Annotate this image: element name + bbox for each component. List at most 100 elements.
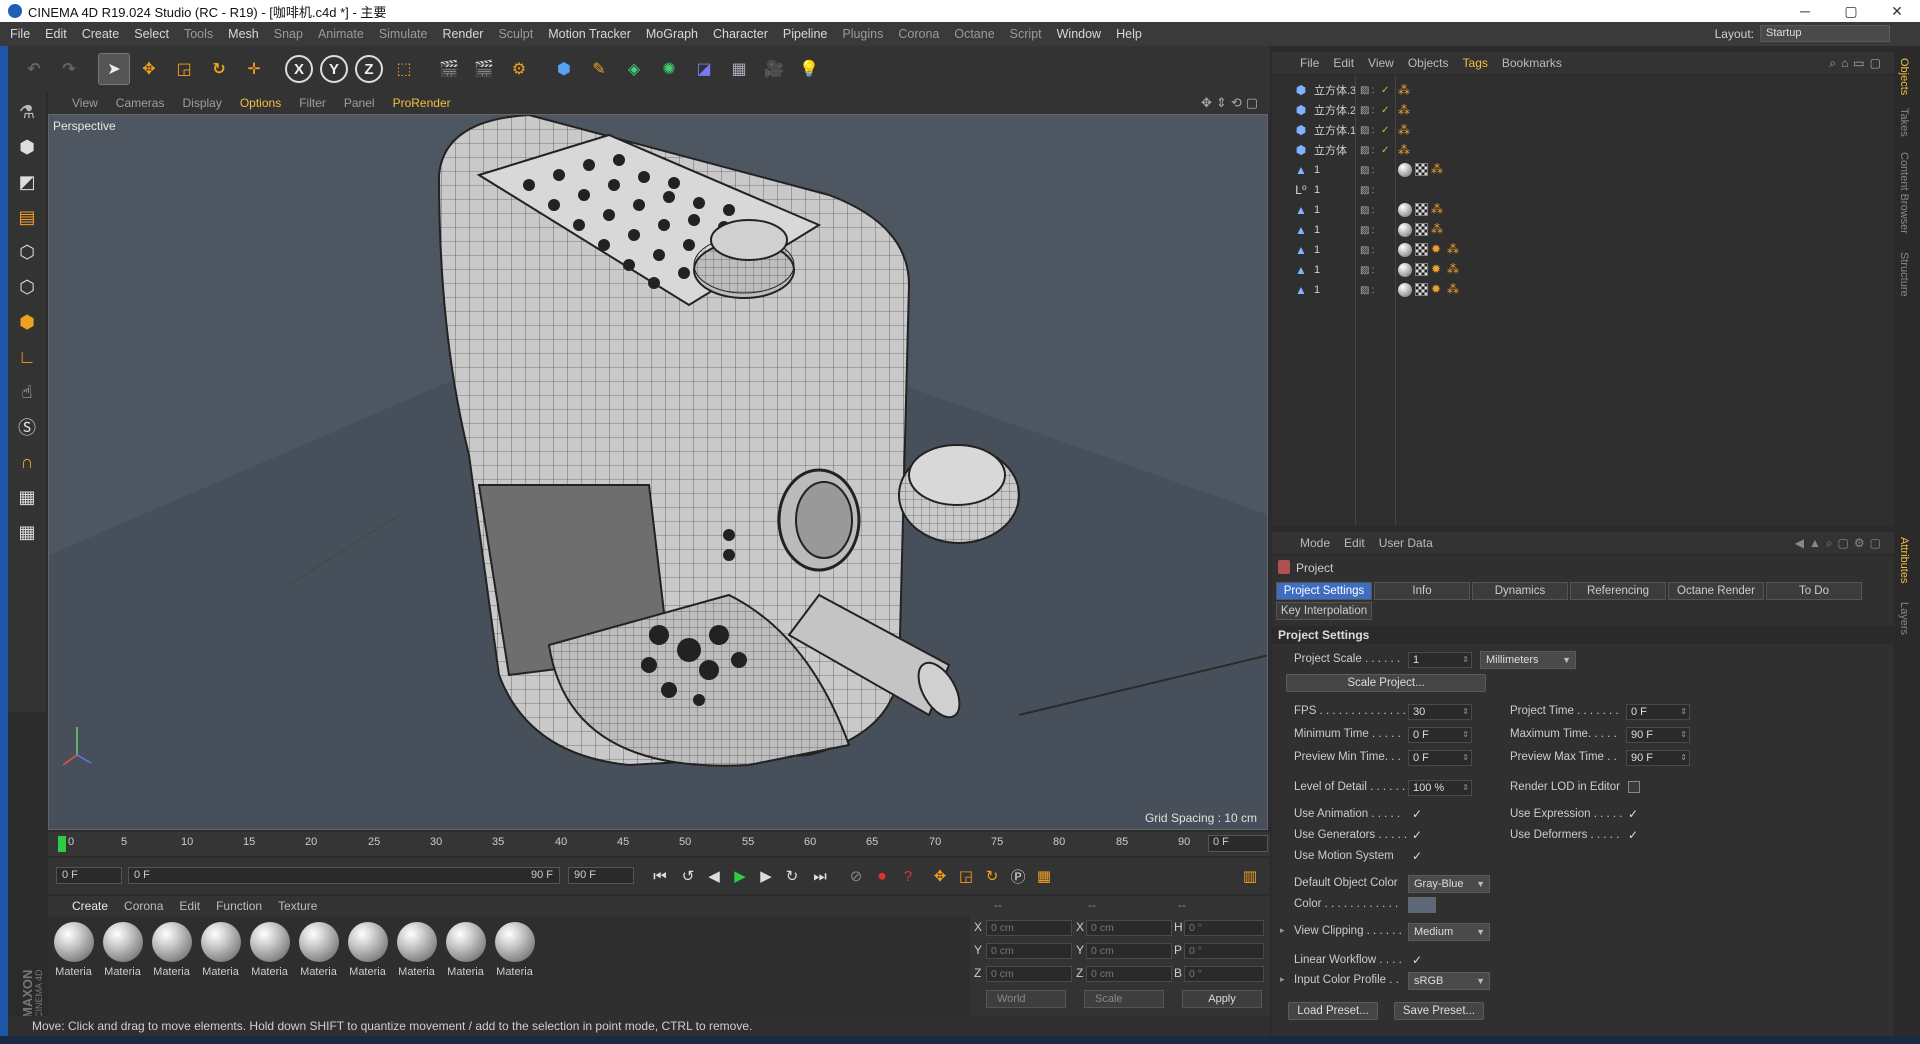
y-axis-lock-button[interactable]: Y bbox=[318, 53, 350, 85]
object-row[interactable]: ▲ 1 ▨: ✹ ⁂ bbox=[1272, 240, 1894, 260]
light-icon[interactable]: 💡 bbox=[793, 53, 825, 85]
viewport-menu-panel[interactable]: Panel bbox=[344, 96, 375, 110]
viewport-menu-display[interactable]: Display bbox=[182, 96, 221, 110]
texture-tag-icon[interactable] bbox=[1415, 243, 1428, 256]
object-menu-objects[interactable]: Objects bbox=[1408, 56, 1449, 70]
object-visibility-flags[interactable]: ▨: bbox=[1360, 225, 1376, 236]
edges-mode-icon[interactable]: ⬡ bbox=[12, 272, 42, 302]
keyframe-selection-icon[interactable]: ? bbox=[896, 864, 920, 888]
preview-min-field[interactable]: 0 F ⇕ bbox=[1408, 750, 1472, 766]
menu-edit[interactable]: Edit bbox=[45, 27, 67, 41]
object-visibility-flags[interactable]: ▨: ✓ bbox=[1360, 125, 1391, 136]
menu-character[interactable]: Character bbox=[713, 27, 768, 41]
deformer-icon[interactable]: ◪ bbox=[688, 53, 720, 85]
viewport-menu-view[interactable]: View bbox=[72, 96, 98, 110]
default-object-color-dropdown[interactable]: Gray-Blue ▼ bbox=[1408, 875, 1490, 893]
object-menu-edit[interactable]: Edit bbox=[1333, 56, 1354, 70]
undo-icon[interactable]: ↶ bbox=[18, 53, 50, 85]
points-mode-icon[interactable]: ⬡ bbox=[12, 237, 42, 267]
menu-help[interactable]: Help bbox=[1116, 27, 1142, 41]
object-visibility-flags[interactable]: ▨: ✓ bbox=[1360, 105, 1391, 116]
object-visibility-flags[interactable]: ▨: bbox=[1360, 265, 1376, 276]
menu-create[interactable]: Create bbox=[82, 27, 120, 41]
object-visibility-flags[interactable]: ▨: bbox=[1360, 285, 1376, 296]
tab-info[interactable]: Info bbox=[1374, 582, 1470, 600]
tab-octane-render[interactable]: Octane Render bbox=[1668, 582, 1764, 600]
menu-render[interactable]: Render bbox=[442, 27, 483, 41]
preview-range-slider[interactable]: 0 F 90 F bbox=[128, 867, 560, 884]
material-item[interactable]: Materia bbox=[246, 916, 293, 1016]
side-tab-content-browser[interactable]: Content Browser bbox=[1898, 152, 1910, 234]
tab-project-settings[interactable]: Project Settings bbox=[1276, 582, 1372, 600]
cube-primitive-icon[interactable]: ⬢ bbox=[548, 53, 580, 85]
texture-tag-icon[interactable] bbox=[1415, 223, 1428, 236]
texture-tag-icon[interactable] bbox=[1415, 263, 1428, 276]
object-visibility-flags[interactable]: ▨: bbox=[1360, 165, 1376, 176]
phong-tag-icon[interactable]: ⁂ bbox=[1398, 103, 1411, 117]
view-clipping-dropdown[interactable]: Medium ▼ bbox=[1408, 923, 1490, 941]
object-manager-tool-icons[interactable]: ⌕⌂▭▢ bbox=[1829, 56, 1886, 71]
z-axis-lock-button[interactable]: Z bbox=[353, 53, 385, 85]
scale-project-button[interactable]: Scale Project... bbox=[1286, 674, 1486, 692]
texture-tag-icon[interactable] bbox=[1415, 283, 1428, 296]
timeline-ruler[interactable]: 0 5 10 15 20 25 30 35 40 45 50 55 60 65 … bbox=[48, 832, 1270, 856]
menu-plugins[interactable]: Plugins bbox=[842, 27, 883, 41]
x-axis-lock-button[interactable]: X bbox=[283, 53, 315, 85]
key-parameter-icon[interactable]: Ⓟ bbox=[1006, 864, 1030, 888]
object-visibility-flags[interactable]: ▨: bbox=[1360, 205, 1376, 216]
axis-mode-icon[interactable]: ∟ bbox=[12, 342, 42, 372]
key-pla-icon[interactable]: ▦ bbox=[1032, 864, 1056, 888]
phong-tag-icon[interactable]: ✹ bbox=[1431, 283, 1444, 296]
pen-spline-icon[interactable]: ✎ bbox=[583, 53, 615, 85]
material-tag-icon[interactable] bbox=[1398, 283, 1412, 297]
cloner-icon[interactable]: ✺ bbox=[653, 53, 685, 85]
attribute-menu-mode[interactable]: Mode bbox=[1300, 536, 1330, 550]
camera-icon[interactable]: 🎥 bbox=[758, 53, 790, 85]
previous-frame-icon[interactable]: ◀ bbox=[702, 864, 726, 888]
key-position-icon[interactable]: ✥ bbox=[928, 864, 952, 888]
fps-field[interactable]: 30 ⇕ bbox=[1408, 704, 1472, 720]
size-z-field[interactable]: 0 cm bbox=[1086, 966, 1172, 982]
material-item[interactable]: Materia bbox=[295, 916, 342, 1016]
object-row[interactable]: ⬢ 立方体.1 ▨: ✓ ⁂ bbox=[1272, 120, 1894, 140]
level-of-detail-field[interactable]: 100 % ⇕ bbox=[1408, 780, 1472, 796]
side-tab-layers[interactable]: Layers bbox=[1898, 602, 1910, 635]
position-z-field[interactable]: 0 cm bbox=[986, 966, 1072, 982]
grid-snap-icon[interactable]: ▦ bbox=[12, 517, 42, 547]
object-row[interactable]: L⁰ 1 ▨: bbox=[1272, 180, 1894, 200]
render-picture-viewer-icon[interactable]: 🎬 bbox=[468, 53, 500, 85]
object-row[interactable]: ⬢ 立方体.2 ▨: ✓ ⁂ bbox=[1272, 100, 1894, 120]
menu-tools[interactable]: Tools bbox=[184, 27, 213, 41]
floor-icon[interactable]: ▦ bbox=[723, 53, 755, 85]
attribute-manager-tool-icons[interactable]: ◀▲⌕▢⚙▢ bbox=[1795, 536, 1886, 551]
material-menu-edit[interactable]: Edit bbox=[179, 899, 200, 913]
object-row[interactable]: ▲ 1 ▨: ⁂ bbox=[1272, 200, 1894, 220]
viewport-menu-options[interactable]: Options bbox=[240, 96, 281, 110]
render-view-icon[interactable]: 🎬 bbox=[433, 53, 465, 85]
redo-icon[interactable]: ↷ bbox=[53, 53, 85, 85]
side-tab-attributes[interactable]: Attributes bbox=[1898, 537, 1910, 583]
model-mode-icon[interactable]: ⬢ bbox=[12, 132, 42, 162]
phong-tag-icon[interactable]: ⁂ bbox=[1398, 123, 1411, 137]
size-x-field[interactable]: 0 cm bbox=[1086, 920, 1172, 936]
polygons-mode-icon[interactable]: ⬢ bbox=[12, 307, 42, 337]
position-y-field[interactable]: 0 cm bbox=[986, 943, 1072, 959]
object-visibility-flags[interactable]: ▨: bbox=[1360, 245, 1376, 256]
subdivision-surface-icon[interactable]: ◈ bbox=[618, 53, 650, 85]
linear-workflow-checkbox[interactable]: ✓ bbox=[1412, 954, 1424, 966]
viewport-menu-prorender[interactable]: ProRender bbox=[393, 96, 451, 110]
material-tag-icon[interactable] bbox=[1398, 223, 1412, 237]
next-key-icon[interactable]: ↻ bbox=[780, 864, 804, 888]
go-to-start-icon[interactable]: ⏮ bbox=[648, 864, 672, 888]
material-item[interactable]: Materia bbox=[99, 916, 146, 1016]
tab-referencing[interactable]: Referencing bbox=[1570, 582, 1666, 600]
coordinate-system-icon[interactable]: ⬚ bbox=[388, 53, 420, 85]
side-tab-takes[interactable]: Takes bbox=[1898, 108, 1910, 137]
attribute-menu-user-data[interactable]: User Data bbox=[1379, 536, 1433, 550]
side-tab-objects[interactable]: Objects bbox=[1898, 58, 1910, 95]
preview-max-field[interactable]: 90 F ⇕ bbox=[1626, 750, 1690, 766]
menu-simulate[interactable]: Simulate bbox=[379, 27, 428, 41]
key-rotation-icon[interactable]: ↻ bbox=[980, 864, 1004, 888]
object-menu-view[interactable]: View bbox=[1368, 56, 1394, 70]
phong-tag-icon[interactable]: ✹ bbox=[1431, 263, 1444, 276]
